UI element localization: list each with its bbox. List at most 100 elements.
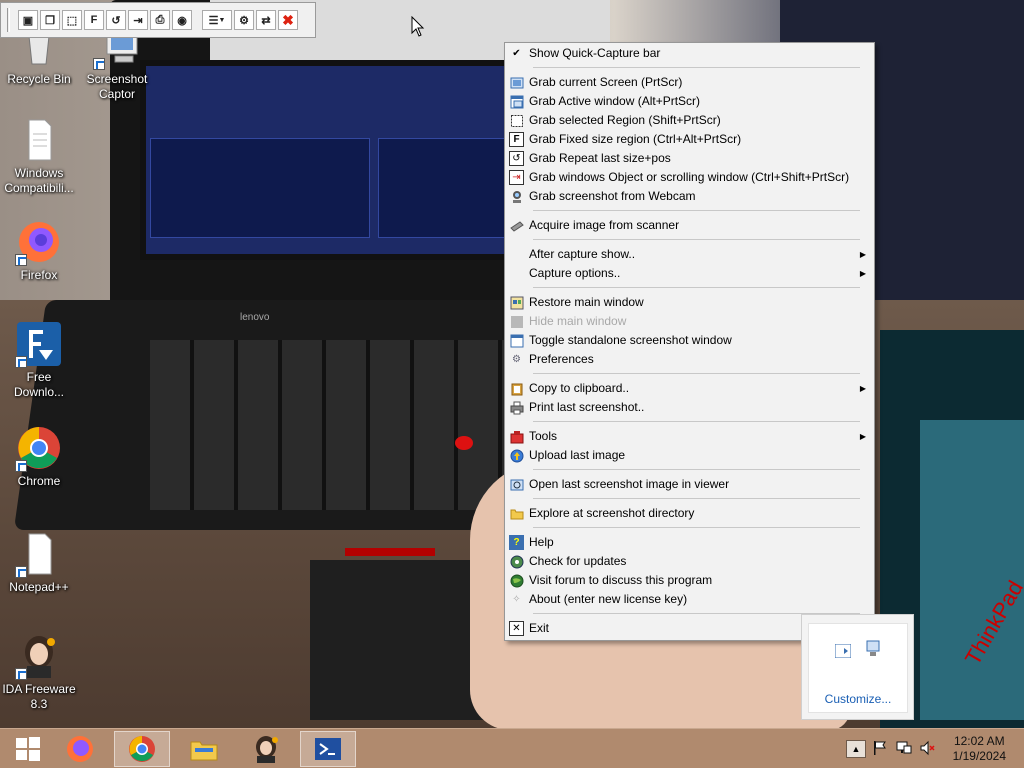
viewer-icon (509, 477, 524, 492)
grab-fixed-region-button[interactable]: F (84, 10, 104, 30)
menu-restore-main-window[interactable]: Restore main window (505, 293, 874, 312)
grab-screen-button[interactable]: ▣ (18, 10, 38, 30)
menu-capture-options[interactable]: Capture options.. ▶ (505, 264, 874, 283)
webcam-button[interactable]: ◉ (172, 10, 192, 30)
flag-icon[interactable] (872, 740, 892, 759)
close-bar-button[interactable]: ✖ (278, 10, 298, 30)
update-icon (509, 554, 524, 569)
menu-open-last-viewer[interactable]: Open last screenshot image in viewer (505, 475, 874, 494)
start-button[interactable] (0, 731, 56, 767)
folder-icon (509, 506, 524, 521)
menu-grab-fixed-region[interactable]: F Grab Fixed size region (Ctrl+Alt+PrtSc… (505, 130, 874, 149)
region-icon (509, 113, 524, 128)
menu-help[interactable]: ? Help (505, 533, 874, 552)
arrows-icon: ⇄ (261, 14, 271, 27)
desktop-icon-chrome[interactable]: Chrome (0, 424, 78, 489)
toolbar-grip[interactable] (7, 8, 10, 32)
menu-explore-directory[interactable]: Explore at screenshot directory (505, 504, 874, 523)
taskbar-file-explorer[interactable] (176, 731, 232, 767)
scanner-icon (509, 218, 524, 233)
menu-separator (505, 494, 874, 504)
grab-object-button[interactable]: ⇥ (128, 10, 148, 30)
quick-capture-bar[interactable]: ▣ ❐ ⬚ F ↺ ⇥ ⎙ ◉ ☰ ▼ ⚙ ⇄ ✖ (0, 2, 316, 38)
menu-show-quick-capture[interactable]: ✔ Show Quick-Capture bar (505, 44, 874, 63)
taskbar-firefox[interactable] (52, 731, 108, 767)
menu-copy-clipboard[interactable]: Copy to clipboard.. ▶ (505, 379, 874, 398)
submenu-arrow-icon: ▶ (859, 269, 866, 278)
options-dropdown-button[interactable]: ☰ ▼ (202, 10, 232, 30)
webcam-icon (509, 189, 524, 204)
options-icon: ☰ (208, 14, 219, 27)
menu-visit-forum[interactable]: Visit forum to discuss this program (505, 571, 874, 590)
taskbar-ida-freeware[interactable] (238, 731, 294, 767)
globe-icon (509, 573, 524, 588)
scanner-button[interactable]: ⎙ (150, 10, 170, 30)
screenshot-captor-tray-icon[interactable] (834, 643, 852, 659)
menu-grab-current-screen[interactable]: Grab current Screen (PrtScr) (505, 73, 874, 92)
desktop-icon-notepad-plus-plus[interactable]: Notepad++ (0, 530, 78, 595)
taskbar-chrome[interactable] (114, 731, 170, 767)
menu-separator (505, 417, 874, 427)
desktop-icon-firefox[interactable]: Firefox (0, 218, 78, 283)
network-tray-icon[interactable] (865, 640, 881, 658)
mouse-cursor-icon (411, 16, 425, 37)
scanner-icon: ⎙ (155, 13, 165, 26)
object-icon: ⇥ (509, 170, 524, 185)
ida-freeware-icon (256, 736, 278, 763)
menu-about[interactable]: ✧ About (enter new license key) (505, 590, 874, 609)
fixed-region-icon: F (509, 132, 524, 147)
desktop-icon-free-download-manager[interactable]: Free Downlo... (0, 320, 78, 400)
grab-repeat-button[interactable]: ↺ (106, 10, 126, 30)
customize-link[interactable]: Customize... (809, 692, 907, 706)
screen-icon (509, 75, 524, 90)
fixed-region-icon: F (90, 14, 98, 26)
menu-grab-active-window[interactable]: Grab Active window (Alt+PrtScr) (505, 92, 874, 111)
submenu-arrow-icon: ▶ (859, 250, 866, 259)
upload-icon (509, 448, 524, 463)
menu-after-capture-show[interactable]: After capture show.. ▶ (505, 245, 874, 264)
menu-check-updates[interactable]: Check for updates (505, 552, 874, 571)
ida-freeware-icon (15, 632, 63, 680)
taskbar-powershell[interactable] (300, 731, 356, 767)
trackpoint-buttons (345, 548, 435, 556)
object-icon: ⇥ (133, 14, 143, 27)
shortcut-arrow-icon (15, 668, 27, 680)
hide-window-icon (509, 314, 524, 329)
grab-region-button[interactable]: ⬚ (62, 10, 82, 30)
system-clock[interactable]: 12:02 AM 1/19/2024 (953, 734, 1006, 764)
close-icon: ✖ (282, 11, 294, 28)
menu-grab-selected-region[interactable]: Grab selected Region (Shift+PrtScr) (505, 111, 874, 130)
desktop-icon-ida-freeware[interactable]: IDA Freeware 8.3 (0, 632, 78, 712)
volume-muted-icon[interactable] (920, 740, 940, 759)
tray-context-menu: ✔ Show Quick-Capture bar Grab current Sc… (504, 42, 875, 641)
menu-preferences[interactable]: ⚙ Preferences (505, 350, 874, 369)
windows-logo-icon (16, 737, 40, 761)
menu-acquire-scanner[interactable]: Acquire image from scanner (505, 216, 874, 235)
show-hidden-icons-button[interactable]: ▲ (846, 740, 866, 758)
network-icon[interactable] (896, 740, 916, 759)
menu-upload-last[interactable]: Upload last image (505, 446, 874, 465)
desktop-icon-windows-compatibility[interactable]: Windows Compatibili... (0, 116, 78, 196)
restore-window-icon (509, 295, 524, 310)
tools-icon (509, 429, 524, 444)
menu-grab-webcam[interactable]: Grab screenshot from Webcam (505, 187, 874, 206)
firefox-icon (15, 218, 63, 266)
submenu-arrow-icon: ▶ (859, 384, 866, 393)
mat-teal (920, 420, 1024, 720)
help-icon: ? (509, 535, 524, 550)
menu-grab-repeat[interactable]: ↺ Grab Repeat last size+pos (505, 149, 874, 168)
clock-date: 1/19/2024 (952, 749, 1006, 763)
settings-button[interactable]: ⚙ (234, 10, 254, 30)
grab-window-button[interactable]: ❐ (40, 10, 60, 30)
trackpad (310, 560, 490, 720)
toggle-button[interactable]: ⇄ (256, 10, 276, 30)
gear-icon: ⚙ (239, 14, 249, 27)
menu-separator (505, 235, 874, 245)
webcam-icon: ◉ (177, 14, 187, 27)
repeat-icon: ↺ (111, 14, 121, 27)
menu-tools[interactable]: Tools ▶ (505, 427, 874, 446)
standalone-window-icon (509, 333, 524, 348)
menu-print-last[interactable]: Print last screenshot.. (505, 398, 874, 417)
menu-toggle-standalone[interactable]: Toggle standalone screenshot window (505, 331, 874, 350)
menu-grab-windows-object[interactable]: ⇥ Grab windows Object or scrolling windo… (505, 168, 874, 187)
